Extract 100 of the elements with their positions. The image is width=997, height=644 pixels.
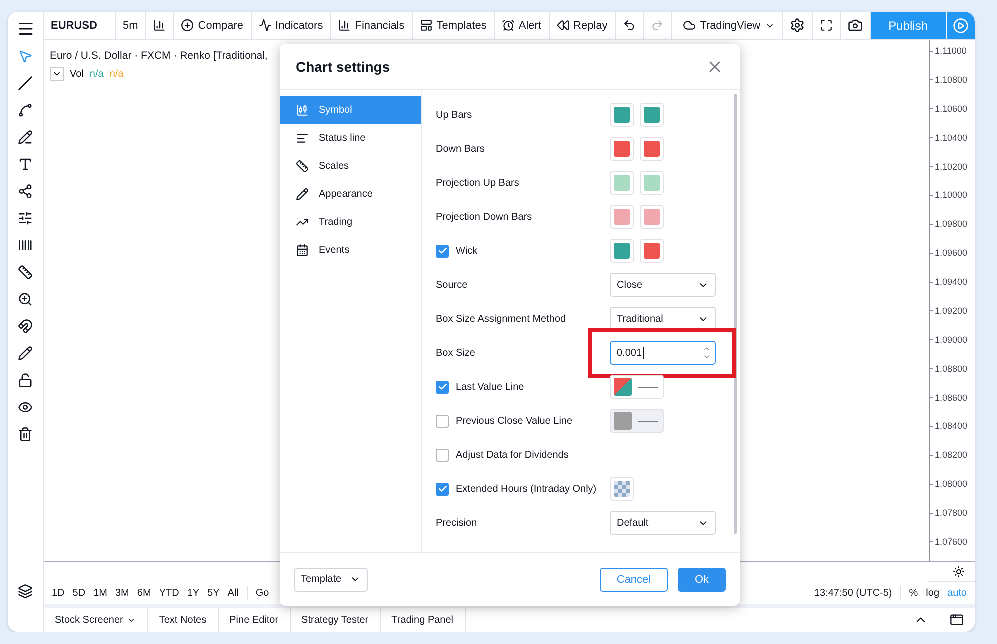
toolbar-button[interactable]: Compare <box>174 12 252 39</box>
color-swatch[interactable] <box>640 205 664 229</box>
play-icon[interactable] <box>946 12 975 39</box>
range-button[interactable]: 1M <box>94 588 108 598</box>
range-button[interactable]: 5Y <box>208 588 220 598</box>
price-label: 1.10400 <box>930 132 975 143</box>
toolbar-button[interactable]: Indicators <box>252 12 332 39</box>
setting-label: Box Size <box>436 348 476 358</box>
ruler-icon <box>296 160 309 172</box>
checkbox[interactable] <box>436 244 449 258</box>
plus-circle-icon <box>181 19 194 32</box>
range-button[interactable]: YTD <box>159 588 180 598</box>
range-button[interactable]: 3M <box>116 588 130 598</box>
toolbar-button[interactable]: Templates <box>412 12 495 39</box>
range-button[interactable]: All <box>228 588 239 598</box>
color-swatch[interactable] <box>640 171 664 195</box>
setting-label: Adjust Data for Dividends <box>456 450 569 460</box>
settings-tab[interactable]: Scales <box>280 152 421 180</box>
color-swatch[interactable] <box>610 171 634 195</box>
price-label: 1.08400 <box>930 421 975 432</box>
panel-tab[interactable]: Stock Screener <box>44 608 148 632</box>
price-label: 1.09800 <box>930 219 975 230</box>
collapse-button[interactable] <box>50 67 64 81</box>
settings-tab[interactable]: Appearance <box>280 180 421 208</box>
checkbox[interactable] <box>436 448 449 462</box>
template-icon <box>420 19 433 32</box>
candles-icon <box>296 104 309 116</box>
rewind-icon <box>556 19 570 32</box>
toolbar-button[interactable]: Financials <box>331 12 413 39</box>
bar-chart-icon <box>338 19 352 32</box>
panel-tab[interactable]: Pine Editor <box>218 608 291 632</box>
price-label: 1.09600 <box>930 248 975 258</box>
log-button[interactable]: log <box>926 588 940 598</box>
toolbar-button[interactable]: Replay <box>550 12 616 39</box>
checkbox[interactable] <box>436 414 449 428</box>
color-swatch[interactable] <box>610 103 634 127</box>
price-label: 1.10200 <box>930 162 975 172</box>
template-button[interactable]: Template <box>294 568 368 592</box>
range-button[interactable]: 1Y <box>187 588 200 598</box>
checkbox[interactable] <box>436 380 449 394</box>
calendar-icon <box>296 244 309 256</box>
range-button[interactable]: 6M <box>137 588 152 598</box>
price-label: 1.09200 <box>930 306 975 316</box>
alarm-icon <box>502 19 515 32</box>
setting-label: Box Size Assignment Method <box>436 314 566 324</box>
checkbox[interactable] <box>436 482 449 496</box>
setting-label: Up Bars <box>436 110 472 120</box>
goto-button[interactable]: Go <box>256 588 270 598</box>
volume-value: n/a <box>110 68 124 80</box>
setting-label: Source <box>436 280 468 290</box>
range-button[interactable]: 5D <box>72 588 86 598</box>
volume-value: n/a <box>90 68 104 80</box>
line-style-swatch[interactable] <box>610 375 664 399</box>
color-swatch[interactable] <box>640 103 664 127</box>
select-field[interactable]: Default <box>610 511 716 535</box>
price-label: 1.10800 <box>930 74 975 85</box>
checker-swatch[interactable] <box>610 477 634 501</box>
price-label: 1.10600 <box>930 104 975 114</box>
layout-button[interactable]: TradingView <box>676 12 783 39</box>
price-label: 1.07800 <box>930 508 975 518</box>
clock-time: 13:47:50 (UTC-5) <box>814 588 892 598</box>
price-label: 1.11000 <box>930 46 975 56</box>
settings-tab[interactable]: Status line <box>280 124 421 152</box>
symbol-title: Euro / U.S. Dollar · FXCM · Renko [Traditional, <box>50 50 268 62</box>
check-icon <box>438 382 448 392</box>
setting-label: Projection Down Bars <box>436 212 532 222</box>
interval-button[interactable]: 5m <box>116 12 146 39</box>
price-label: 1.07600 <box>930 536 975 547</box>
select-field[interactable]: Close <box>610 273 716 297</box>
brightness-icon[interactable] <box>953 566 965 578</box>
settings-tab[interactable]: Trading <box>280 208 421 236</box>
number-field[interactable]: 0.001 <box>610 341 716 365</box>
price-label: 1.08200 <box>930 450 975 460</box>
range-button[interactable]: 1D <box>52 588 65 598</box>
dialog-title: Chart settings <box>296 58 390 74</box>
percent-button[interactable]: % <box>909 588 918 598</box>
setting-label: Wick <box>456 246 478 256</box>
color-swatch[interactable] <box>610 137 634 161</box>
panel-tab[interactable]: Trading Panel <box>380 608 466 632</box>
color-swatch[interactable] <box>610 239 634 263</box>
wave-icon <box>258 19 272 32</box>
panel-tab[interactable]: Text Notes <box>148 608 219 632</box>
cloud-icon <box>683 19 696 32</box>
settings-tab[interactable]: Events <box>280 236 421 264</box>
pencil-icon <box>296 188 309 200</box>
toolbar-button[interactable]: Alert <box>494 12 550 39</box>
color-swatch[interactable] <box>610 205 634 229</box>
line-style-swatch[interactable] <box>610 409 664 433</box>
setting-label: Projection Up Bars <box>436 178 520 188</box>
check-icon <box>438 246 448 256</box>
setting-label: Previous Close Value Line <box>456 416 573 426</box>
price-label: 1.10000 <box>930 190 975 200</box>
lines-icon <box>296 132 309 144</box>
price-label: 1.09000 <box>930 334 975 345</box>
color-swatch[interactable] <box>640 137 664 161</box>
symbol-button[interactable]: EURUSD <box>44 12 116 39</box>
panel-tab[interactable]: Strategy Tester <box>290 608 381 632</box>
setting-label: Last Value Line <box>456 382 524 392</box>
select-field[interactable]: Traditional <box>610 307 716 331</box>
color-swatch[interactable] <box>640 239 664 263</box>
